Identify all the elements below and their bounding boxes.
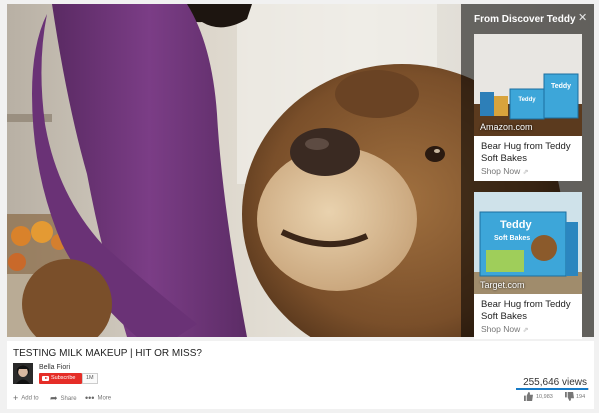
product-card[interactable]: Teddy Teddy Amazon.com Bear Hug from Ted… bbox=[474, 34, 582, 181]
cards-panel: From Discover Teddy ✕ Teddy Teddy Amazon… bbox=[461, 4, 594, 339]
subscribe-button[interactable]: Subscribe bbox=[39, 373, 82, 384]
like-count: 10,983 bbox=[536, 394, 553, 400]
plus-icon: + bbox=[13, 393, 19, 403]
panel-title: From Discover Teddy bbox=[474, 14, 576, 25]
product-card[interactable]: Teddy Soft Bakes Target.com Bear Hug fro… bbox=[474, 192, 582, 339]
share-icon: ➦ bbox=[50, 393, 58, 403]
dislike-count: 194 bbox=[576, 394, 586, 400]
card-thumbnail: Teddy Soft Bakes Target.com bbox=[474, 192, 582, 294]
like-ratio-bar bbox=[516, 388, 589, 390]
channel-name[interactable]: Bella Fiori bbox=[39, 364, 70, 371]
card-source: Amazon.com bbox=[480, 122, 533, 132]
subscriber-count: 1M bbox=[82, 373, 98, 384]
teddy-logo: Teddy bbox=[551, 83, 571, 90]
view-count: 255,646 views bbox=[523, 377, 587, 388]
youtube-icon bbox=[42, 376, 49, 381]
channel-avatar[interactable] bbox=[13, 363, 33, 384]
close-icon[interactable]: ✕ bbox=[578, 11, 587, 24]
youtube-watch-page: From Discover Teddy ✕ Teddy Teddy Amazon… bbox=[0, 0, 599, 413]
shop-now-link[interactable]: Shop Now ⇗ bbox=[474, 164, 582, 176]
like-icon[interactable] bbox=[524, 392, 533, 401]
like-ratio-fill bbox=[516, 388, 588, 390]
card-source: Target.com bbox=[480, 280, 525, 290]
add-to-button[interactable]: + Add to bbox=[13, 393, 39, 403]
share-button[interactable]: ➦ Share bbox=[50, 393, 77, 404]
more-icon: ••• bbox=[85, 393, 95, 403]
teddy-logo: Teddy bbox=[518, 97, 536, 103]
more-button[interactable]: ••• More bbox=[85, 393, 111, 403]
card-title[interactable]: Bear Hug from Teddy Soft Bakes bbox=[474, 294, 582, 322]
teddy-logo: Teddy bbox=[500, 219, 532, 231]
external-link-icon: ⇗ bbox=[522, 327, 529, 334]
card-thumbnail: Teddy Teddy Amazon.com bbox=[474, 34, 582, 136]
card-title[interactable]: Bear Hug from Teddy Soft Bakes bbox=[474, 136, 582, 164]
soft-bakes-logo: Soft Bakes bbox=[494, 235, 530, 242]
shop-now-link[interactable]: Shop Now ⇗ bbox=[474, 322, 582, 334]
external-link-icon: ⇗ bbox=[522, 169, 529, 176]
dislike-icon[interactable] bbox=[565, 392, 574, 401]
video-title: TESTING MILK MAKEUP | HIT OR MISS? bbox=[13, 348, 202, 359]
video-info: TESTING MILK MAKEUP | HIT OR MISS? Bella… bbox=[7, 341, 594, 409]
